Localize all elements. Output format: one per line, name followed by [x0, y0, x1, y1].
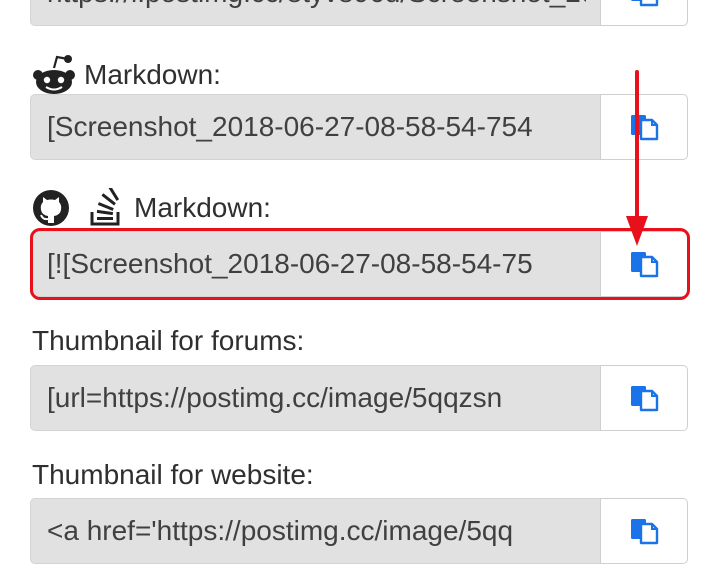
- github-markdown-label: Markdown:: [32, 188, 271, 228]
- share-links-panel: Markdown: Markdown:: [0, 0, 720, 580]
- reddit-markdown-label: Markdown:: [32, 54, 221, 96]
- copy-button-2[interactable]: [600, 94, 688, 160]
- forums-thumbnail-label-text: Thumbnail for forums:: [32, 325, 305, 356]
- copy-icon: [631, 252, 659, 278]
- markdown-label-text: Markdown:: [134, 192, 271, 223]
- stackoverflow-icon: [90, 188, 120, 226]
- website-thumbnail-label: Thumbnail for website:: [32, 458, 314, 492]
- copy-button-1[interactable]: [600, 0, 688, 26]
- website-thumbnail-label-text: Thumbnail for website:: [32, 459, 314, 490]
- forums-thumbnail-label: Thumbnail for forums:: [32, 324, 304, 358]
- reddit-markdown-row: [30, 94, 688, 160]
- copy-icon: [631, 519, 659, 545]
- copy-icon: [631, 0, 659, 7]
- reddit-icon: [33, 55, 75, 94]
- website-thumbnail-field[interactable]: [30, 498, 600, 564]
- reddit-markdown-field[interactable]: [30, 94, 600, 160]
- copy-icon: [631, 386, 659, 412]
- copy-button-3[interactable]: [600, 231, 688, 297]
- direct-link-field[interactable]: [30, 0, 600, 26]
- direct-link-row: [30, 0, 688, 26]
- copy-icon: [631, 115, 659, 141]
- website-thumbnail-row: [30, 498, 688, 564]
- github-icon: [33, 190, 69, 226]
- forums-thumbnail-row: [30, 365, 688, 431]
- markdown-label-text: Markdown:: [84, 59, 221, 90]
- github-markdown-row: [30, 231, 688, 297]
- forums-thumbnail-field[interactable]: [30, 365, 600, 431]
- github-markdown-field[interactable]: [30, 231, 600, 297]
- copy-button-5[interactable]: [600, 498, 688, 564]
- copy-button-4[interactable]: [600, 365, 688, 431]
